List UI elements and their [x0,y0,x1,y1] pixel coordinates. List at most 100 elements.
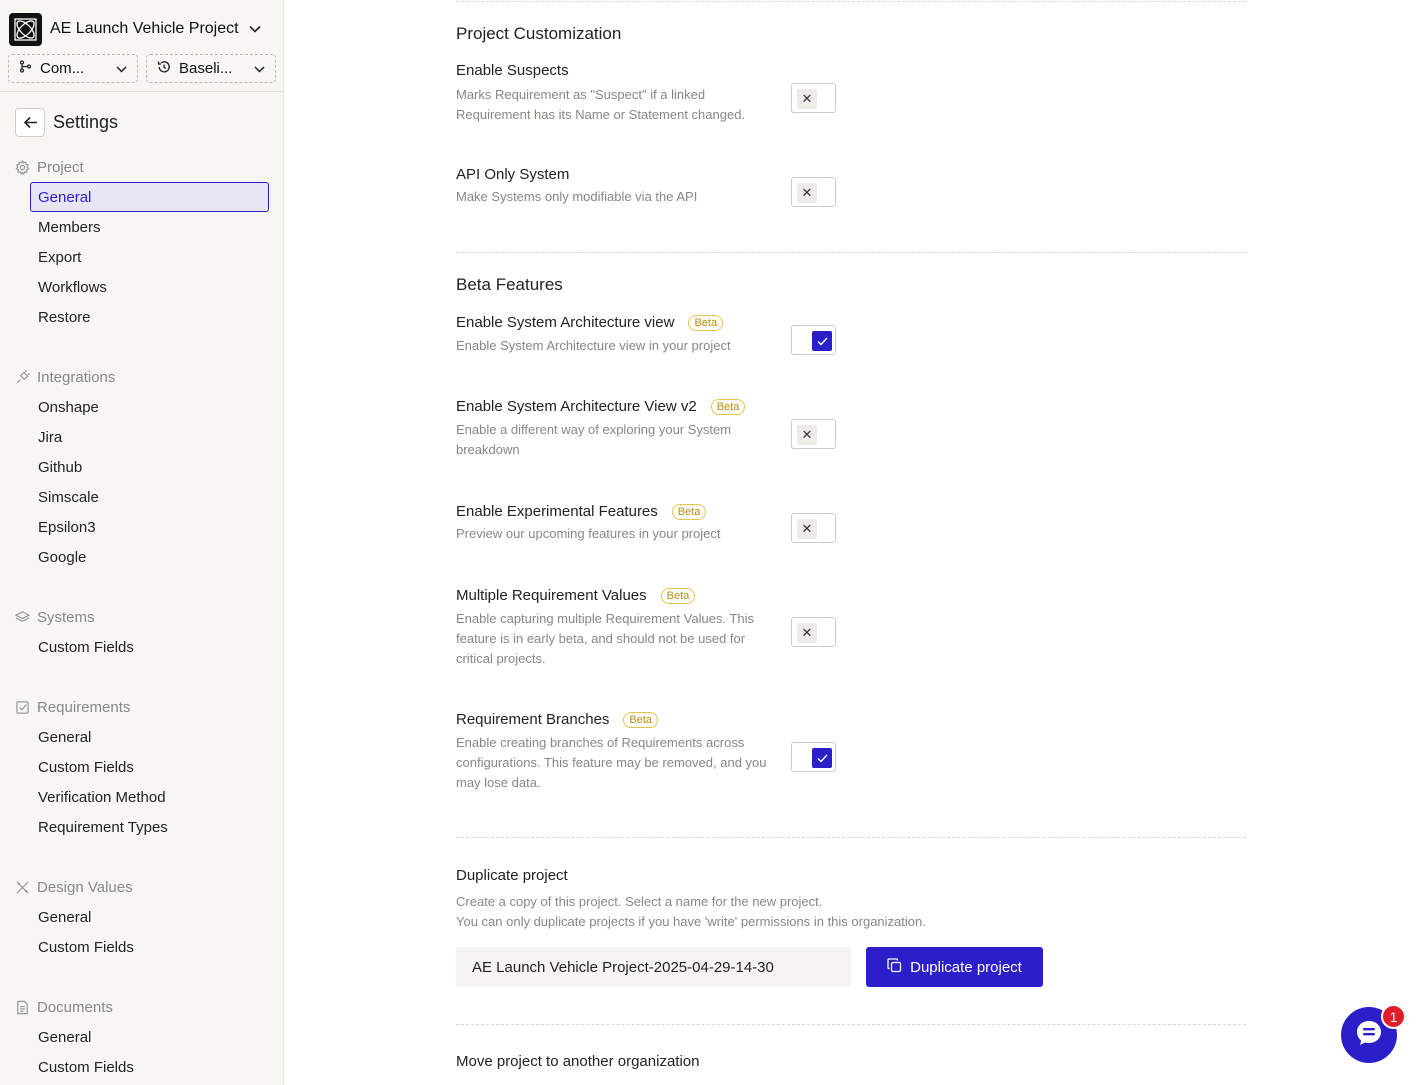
main-content: Project Customization Enable Suspects Ma… [285,0,1418,1085]
sidebar-item-design-values-general[interactable]: General [30,902,269,932]
notification-badge: 1 [1381,1004,1406,1029]
sidebar-item-jira[interactable]: Jira [30,422,269,452]
setting-title: API Only System [456,166,570,183]
chevron-down-icon [116,60,127,77]
section-systems: Systems [14,607,95,627]
sidebar-item-workflows[interactable]: Workflows [30,272,269,302]
divider [456,252,1246,253]
sidebar-item-onshape[interactable]: Onshape [30,392,269,422]
check-icon [812,748,832,768]
sidebar-item-members[interactable]: Members [30,212,269,242]
duplicate-title: Duplicate project [456,867,568,884]
sidebar-item-export[interactable]: Export [30,242,269,272]
setting-title: Requirement Branches [456,711,610,728]
branch-icon [19,60,32,77]
multiple-requirement-values-toggle[interactable]: ✕ [791,617,836,647]
check-icon [812,331,832,351]
section-label: Project [37,158,84,176]
setting-description: Enable System Architecture view in your … [456,338,731,353]
customization-title: Project Customization [456,24,622,43]
sidebar-item-requirements-general[interactable]: General [30,722,269,752]
setting-description: Preview our upcoming features in your pr… [456,526,721,541]
x-icon: ✕ [797,183,817,203]
sidebar-item-documents-general[interactable]: General [30,1022,269,1052]
project-switcher[interactable]: AE Launch Vehicle Project [9,12,261,46]
sidebar-item-epsilon3[interactable]: Epsilon3 [30,512,269,542]
setting-description: Marks Requirement as "Suspect" if a link… [456,87,746,122]
section-integrations: Integrations [14,367,115,387]
x-icon: ✕ [797,425,817,445]
requirement-branches-toggle[interactable] [791,742,836,772]
x-icon: ✕ [797,623,817,643]
section-label: Requirements [37,698,131,716]
history-icon [157,60,171,78]
duplicate-description-2: You can only duplicate projects if you h… [456,914,926,929]
document-icon [14,999,31,1016]
x-icon: ✕ [797,519,817,539]
sidebar-item-restore[interactable]: Restore [30,302,269,332]
section-requirements: Requirements [14,697,130,717]
setting-title: Multiple Requirement Values [456,587,647,604]
divider [0,91,284,92]
system-architecture-view-v2-toggle[interactable]: ✕ [791,419,836,449]
divider [456,1,1246,2]
system-architecture-view-toggle[interactable] [791,325,836,355]
arrow-left-icon [23,116,37,129]
setting-description: Enable capturing multiple Requirement Va… [456,611,754,666]
divider [456,1024,1246,1025]
setting-title: Enable System Architecture View v2 [456,398,697,415]
setting-title: Enable System Architecture view [456,314,675,331]
beta-features-title: Beta Features [456,275,563,294]
experimental-features-toggle[interactable]: ✕ [791,513,836,543]
sidebar-item-requirements-custom-fields[interactable]: Custom Fields [30,752,269,782]
duplicate-button-label: Duplicate project [910,958,1022,976]
setting-title-row: Enable System Architecture View v2 Beta [456,398,746,415]
configuration-label: Com... [40,60,85,77]
back-button[interactable] [15,108,45,137]
setting-description: Enable creating branches of Requirements… [456,735,767,790]
project-name: AE Launch Vehicle Project [50,20,239,37]
logo-icon [9,12,42,46]
sidebar-item-documents-custom-fields[interactable]: Custom Fields [30,1052,269,1082]
plug-icon [14,369,31,386]
sidebar-item-google[interactable]: Google [30,542,269,572]
setting-title-row: Requirement Branches Beta [456,711,659,728]
chevron-down-icon [248,25,261,33]
copy-icon [887,957,902,977]
configuration-selector[interactable]: Com... [8,54,138,83]
setting-title-row: Multiple Requirement Values Beta [456,587,696,604]
duplicate-description-1: Create a copy of this project. Select a … [456,894,823,909]
sidebar-item-systems-custom-fields[interactable]: Custom Fields [30,632,269,662]
sidebar-item-requirement-types[interactable]: Requirement Types [30,812,269,842]
section-design-values: Design Values [14,877,133,897]
beta-badge: Beta [660,587,696,604]
beta-badge: Beta [710,398,746,415]
section-project: Project [14,157,84,177]
beta-badge: Beta [688,314,724,331]
duplicate-project-button[interactable]: Duplicate project [866,947,1043,987]
section-label: Documents [37,998,113,1016]
duplicate-name-input[interactable] [456,947,851,987]
move-project-title: Move project to another organization [456,1053,700,1070]
divider [456,837,1246,838]
layers-icon [14,609,31,626]
sidebar-item-simscale[interactable]: Simscale [30,482,269,512]
sidebar-item-github[interactable]: Github [30,452,269,482]
setting-title: Enable Experimental Features [456,503,658,520]
enable-suspects-toggle[interactable]: ✕ [791,83,836,113]
sidebar-item-design-values-custom-fields[interactable]: Custom Fields [30,932,269,962]
baseline-selector[interactable]: Baseli... [146,54,276,83]
baseline-label: Baseli... [179,60,233,77]
setting-title: Enable Suspects [456,62,569,79]
api-only-system-toggle[interactable]: ✕ [791,177,836,207]
sidebar: AE Launch Vehicle Project Com... Baseli.… [0,0,284,1085]
chevron-down-icon [254,60,265,77]
gear-icon [14,159,31,176]
section-documents: Documents [14,997,113,1017]
section-label: Design Values [37,878,133,896]
beta-badge: Beta [671,503,707,520]
beta-badge: Beta [623,711,659,728]
sidebar-item-verification-method[interactable]: Verification Method [30,782,269,812]
sidebar-item-general[interactable]: General [30,182,269,212]
settings-title: Settings [53,112,119,132]
